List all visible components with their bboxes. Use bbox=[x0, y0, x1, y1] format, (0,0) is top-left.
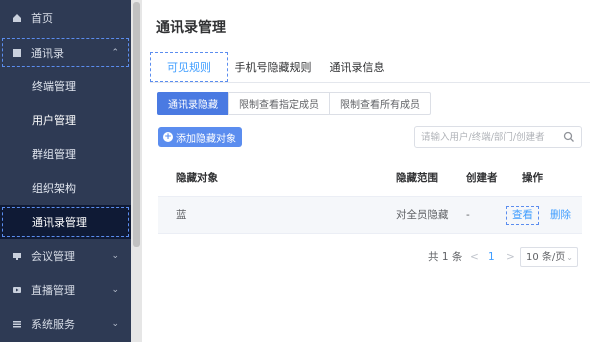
tab-underline bbox=[150, 82, 590, 83]
header-creator: 创建者 bbox=[466, 172, 498, 184]
sidebar-item-label: 首页 bbox=[31, 12, 53, 25]
sidebar-scrollbar[interactable] bbox=[131, 0, 142, 342]
sidebar-subitem-contacts-mgmt[interactable]: 通讯录管理 bbox=[0, 205, 131, 239]
tab-bar: 可见规则 手机号隐藏规则 通讯录信息 bbox=[150, 52, 590, 83]
pagination-next[interactable]: > bbox=[506, 247, 515, 267]
search-input[interactable] bbox=[421, 128, 561, 146]
table-header: 隐藏对象 隐藏范围 创建者 操作 bbox=[158, 160, 582, 197]
page-title: 通讯录管理 bbox=[156, 20, 226, 36]
sidebar-item-label: 直播管理 bbox=[31, 284, 75, 297]
segment-restrict-all[interactable]: 限制查看所有成员 bbox=[329, 92, 431, 115]
chevron-down-icon: ⌄ bbox=[111, 251, 119, 261]
header-hidden-object: 隐藏对象 bbox=[176, 172, 218, 184]
meeting-icon bbox=[13, 253, 21, 260]
sidebar-item-live[interactable]: 直播管理 ⌄ bbox=[0, 273, 131, 307]
tab-visibility-rules[interactable]: 可见规则 bbox=[150, 52, 228, 82]
service-icon bbox=[13, 321, 21, 328]
chevron-down-icon: ⌄ bbox=[566, 253, 573, 262]
table-row: 蓝 对全员隐藏 - 查看 删除 bbox=[158, 197, 582, 234]
sidebar-nav: 首页 通讯录 ⌃ 终端管理 用户管理 群组管理 组织架构 通讯录管理 会议管理 … bbox=[0, 0, 131, 341]
sidebar-item-label: 系统服务 bbox=[31, 318, 75, 331]
sidebar: 首页 通讯录 ⌃ 终端管理 用户管理 群组管理 组织架构 通讯录管理 会议管理 … bbox=[0, 0, 142, 342]
scrollbar-thumb[interactable] bbox=[133, 2, 140, 247]
segment-contacts-hide[interactable]: 通讯录隐藏 bbox=[157, 92, 229, 115]
chevron-up-icon: ⌃ bbox=[111, 48, 119, 58]
add-hidden-object-button[interactable]: + 添加隐藏对象 bbox=[158, 127, 242, 147]
add-button-label: 添加隐藏对象 bbox=[176, 133, 236, 145]
live-icon bbox=[13, 287, 21, 293]
delete-link[interactable]: 删除 bbox=[550, 197, 571, 234]
pagination-total: 共 1 条 bbox=[428, 251, 463, 263]
tab-contacts-info[interactable]: 通讯录信息 bbox=[320, 52, 394, 82]
page-size-value: 10 条/页 bbox=[526, 252, 566, 263]
segment-restrict-specific[interactable]: 限制查看指定成员 bbox=[228, 92, 330, 115]
pagination-prev[interactable]: < bbox=[470, 247, 479, 267]
sidebar-subitem-terminal[interactable]: 终端管理 bbox=[0, 69, 131, 103]
sidebar-item-meeting[interactable]: 会议管理 ⌄ bbox=[0, 239, 131, 273]
sidebar-item-home[interactable]: 首页 bbox=[0, 0, 131, 36]
hidden-objects-table: 隐藏对象 隐藏范围 创建者 操作 蓝 对全员隐藏 - 查看 删除 bbox=[158, 160, 582, 234]
page-size-select[interactable]: 10 条/页 ⌄ bbox=[520, 247, 578, 267]
view-link[interactable]: 查看 bbox=[506, 206, 539, 225]
sidebar-subitem-org[interactable]: 组织架构 bbox=[0, 171, 131, 205]
search-icon[interactable] bbox=[563, 131, 575, 143]
sidebar-item-service[interactable]: 系统服务 ⌄ bbox=[0, 307, 131, 341]
cell-hidden-object: 蓝 bbox=[176, 209, 187, 221]
main-content: 通讯录管理 可见规则 手机号隐藏规则 通讯录信息 通讯录隐藏 限制查看指定成员 … bbox=[142, 0, 600, 342]
home-icon bbox=[13, 14, 21, 22]
contacts-icon bbox=[13, 48, 21, 57]
cell-hidden-scope: 对全员隐藏 bbox=[396, 209, 449, 221]
plus-icon: + bbox=[163, 132, 173, 142]
sidebar-item-label: 通讯录 bbox=[31, 46, 64, 60]
sidebar-subitem-users[interactable]: 用户管理 bbox=[0, 103, 131, 137]
chevron-down-icon: ⌄ bbox=[111, 285, 119, 295]
chevron-down-icon: ⌄ bbox=[111, 319, 119, 329]
header-actions: 操作 bbox=[522, 172, 543, 184]
sidebar-subitem-groups[interactable]: 群组管理 bbox=[0, 137, 131, 171]
sidebar-item-label: 会议管理 bbox=[31, 250, 75, 263]
search-box bbox=[414, 126, 582, 148]
pagination-page-1[interactable]: 1 bbox=[488, 247, 495, 267]
tab-phone-hide-rules[interactable]: 手机号隐藏规则 bbox=[230, 52, 316, 82]
cell-creator: - bbox=[466, 209, 470, 221]
header-hidden-scope: 隐藏范围 bbox=[396, 172, 438, 184]
pagination: 共 1 条 < 1 > 10 条/页 ⌄ bbox=[428, 247, 588, 267]
sidebar-item-contacts[interactable]: 通讯录 ⌃ bbox=[0, 36, 131, 69]
segment-control: 通讯录隐藏 限制查看指定成员 限制查看所有成员 bbox=[157, 92, 431, 115]
